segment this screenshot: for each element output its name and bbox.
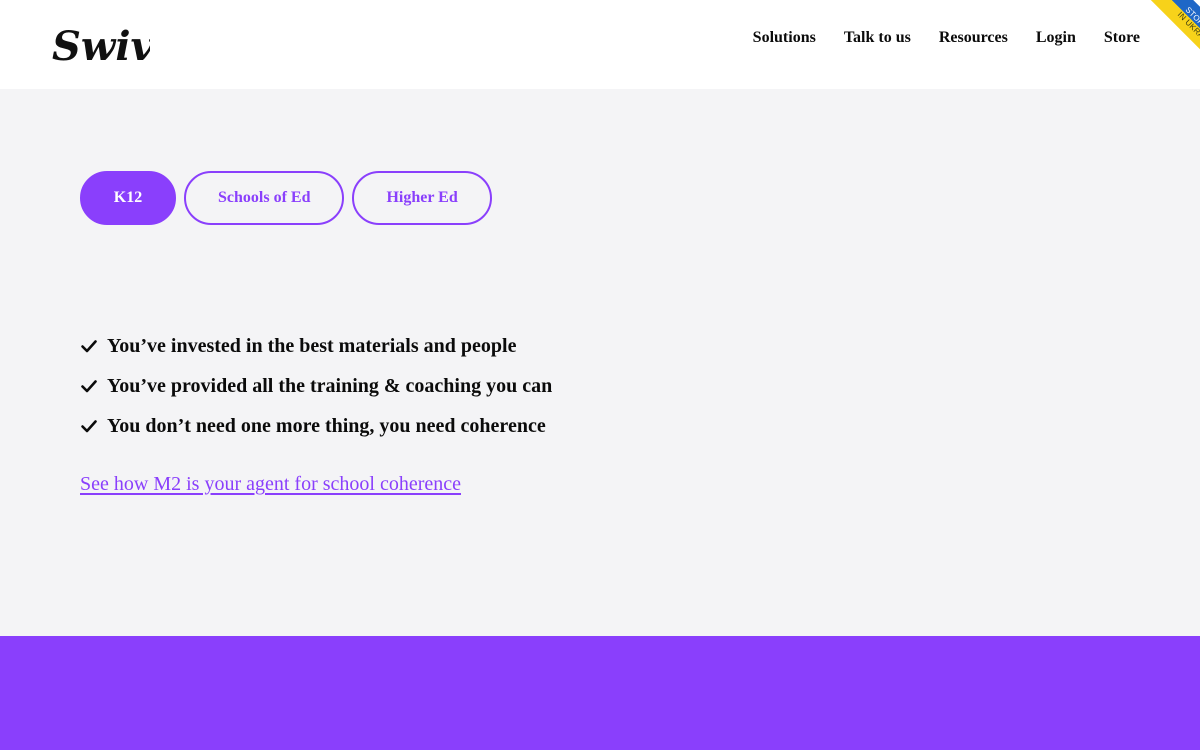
benefit-item: You’ve invested in the best materials an…	[80, 326, 552, 366]
purple-section	[0, 636, 1200, 750]
stop-war-ribbon[interactable]: STOP WAR IN UKRAINE	[1110, 0, 1200, 89]
audience-tabs: K12 Schools of Ed Higher Ed	[80, 171, 492, 225]
nav-login[interactable]: Login	[1036, 27, 1076, 49]
benefit-list: You’ve invested in the best materials an…	[80, 326, 552, 446]
nav-talk-to-us[interactable]: Talk to us	[844, 27, 911, 49]
main-nav: Solutions Talk to us Resources Login Sto…	[753, 27, 1140, 49]
coherence-link[interactable]: See how M2 is your agent for school cohe…	[80, 473, 461, 496]
benefit-text: You’ve provided all the training & coach…	[107, 374, 553, 397]
tab-k12[interactable]: K12	[80, 171, 176, 225]
logo-text: Swivl	[52, 23, 150, 70]
tab-schools-of-ed[interactable]: Schools of Ed	[184, 171, 345, 225]
benefit-item: You don’t need one more thing, you need …	[80, 406, 552, 446]
benefit-text: You don’t need one more thing, you need …	[107, 414, 546, 437]
tab-higher-ed[interactable]: Higher Ed	[352, 171, 492, 225]
nav-solutions[interactable]: Solutions	[753, 27, 816, 49]
site-header: Swivl Solutions Talk to us Resources Log…	[0, 0, 1200, 89]
benefit-text: You’ve invested in the best materials an…	[107, 334, 517, 357]
benefit-item: You’ve provided all the training & coach…	[80, 366, 552, 406]
swivl-logo[interactable]: Swivl	[50, 18, 150, 70]
nav-resources[interactable]: Resources	[939, 27, 1008, 49]
ribbon-band: STOP WAR IN UKRAINE	[1142, 0, 1200, 84]
check-icon	[81, 420, 97, 433]
check-icon	[81, 380, 97, 393]
swivl-logo-graphic: Swivl	[52, 23, 150, 70]
check-icon	[81, 340, 97, 353]
